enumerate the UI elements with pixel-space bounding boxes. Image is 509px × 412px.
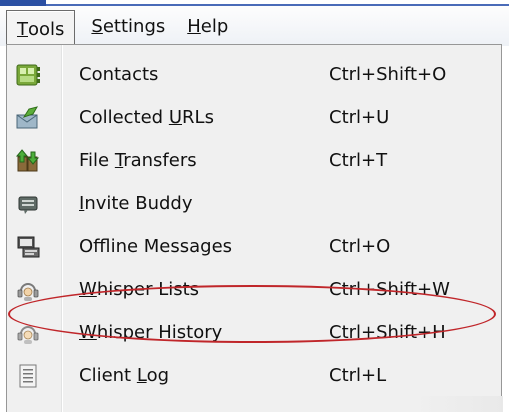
whisper-history-icon	[17, 325, 39, 344]
menu-item-shortcut: Ctrl+Shift+H	[329, 322, 446, 343]
menu-item-whisper-lists[interactable]: Whisper Lists Ctrl+Shift+W	[7, 268, 501, 311]
menu-item-contacts[interactable]: Contacts Ctrl+Shift+O	[7, 53, 501, 96]
menu-item-shortcut: Ctrl+U	[329, 107, 390, 128]
menu-tools-label-post: ools	[28, 19, 65, 40]
offline-messages-icon	[17, 236, 40, 257]
menu-item-shortcut: Ctrl+Shift+O	[329, 64, 447, 85]
menu-item-label: File Transfers	[79, 150, 197, 171]
menu-item-label: Invite Buddy	[79, 193, 193, 214]
menu-item-shortcut: Ctrl+O	[329, 236, 391, 257]
menu-settings-label-post: ettings	[102, 15, 166, 37]
menu-help-label-post: elp	[200, 15, 229, 37]
menu-item-shortcut: Ctrl+Shift+W	[329, 279, 450, 300]
menu-item-offline-messages[interactable]: Offline Messages Ctrl+O	[7, 225, 501, 268]
menu-item-shortcut: Ctrl+L	[329, 365, 387, 386]
menu-item-invite-buddy[interactable]: Invite Buddy	[7, 182, 501, 225]
invite-buddy-icon	[18, 196, 38, 214]
menu-item-label: Offline Messages	[79, 236, 233, 257]
menu-item-whisper-history[interactable]: Whisper History Ctrl+Shift+H	[7, 311, 501, 354]
client-log-icon	[19, 364, 37, 387]
menu-settings-accel: S	[91, 15, 103, 37]
menu-help[interactable]: Help	[177, 9, 240, 43]
file-transfers-icon	[15, 148, 40, 171]
screenshot-stage: Tools Settings Help Contacts Ctrl+Shift+…	[0, 0, 509, 412]
menu-settings[interactable]: Settings	[75, 9, 177, 43]
tools-menu-list: Contacts Ctrl+Shift+O Collected URLs Ctr…	[7, 53, 501, 397]
menu-item-label: Whisper History	[79, 322, 223, 343]
watermark-fragment	[413, 396, 503, 412]
menu-item-collected-urls[interactable]: Collected URLs Ctrl+U	[7, 96, 501, 139]
menu-item-label: Client Log	[79, 365, 170, 386]
menu-item-client-log[interactable]: Client Log Ctrl+L	[7, 354, 501, 397]
menu-bar: Tools Settings Help	[0, 6, 509, 48]
menu-item-label: Collected URLs	[79, 107, 214, 128]
menu-item-label: Whisper Lists	[79, 279, 200, 300]
tools-dropdown-menu: Contacts Ctrl+Shift+O Collected URLs Ctr…	[6, 44, 502, 412]
menu-tools-accel: T	[17, 19, 28, 40]
menu-item-file-transfers[interactable]: File Transfers Ctrl+T	[7, 139, 501, 182]
whisper-lists-icon	[17, 282, 39, 301]
collected-urls-icon	[16, 105, 39, 128]
contacts-icon	[16, 64, 40, 85]
menu-tools[interactable]: Tools	[6, 10, 76, 48]
menu-help-accel: H	[187, 15, 201, 37]
menu-item-shortcut: Ctrl+T	[329, 150, 388, 171]
menu-item-label: Contacts	[79, 64, 159, 85]
